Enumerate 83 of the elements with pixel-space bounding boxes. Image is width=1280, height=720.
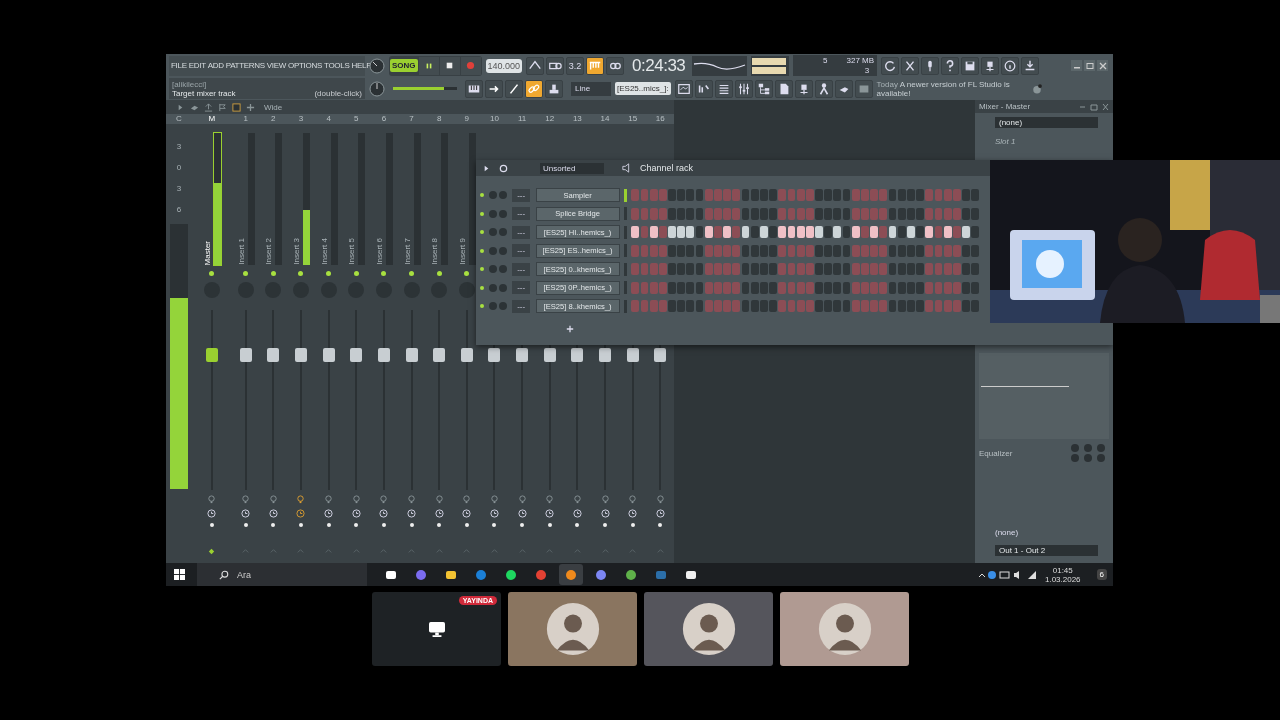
- news-panel[interactable]: Today A newer version of FL Studio is available!: [876, 77, 1027, 100]
- mixer-track-box[interactable]: ---: [512, 207, 531, 221]
- mixer-strip[interactable]: Master: [191, 124, 232, 563]
- column-number: 16: [654, 114, 666, 124]
- column-number: 3: [297, 114, 305, 124]
- menu-item[interactable]: PATTERNS: [225, 61, 265, 70]
- panel-title: Mixer - Master: [979, 102, 1031, 111]
- snap-dropdown[interactable]: Line: [571, 81, 611, 96]
- clock-time: 01:45: [1052, 565, 1073, 575]
- column-number: 13: [571, 114, 583, 124]
- mixer-strip[interactable]: Insert 9: [453, 124, 481, 563]
- column-number: 10: [489, 114, 500, 124]
- scale-label: 3: [176, 184, 182, 193]
- slot-name[interactable]: Slot 1: [995, 137, 1016, 146]
- hint-text: Target mixer track: [172, 88, 236, 98]
- scale-label: 0: [176, 163, 182, 172]
- track-name: Master: [202, 240, 212, 265]
- track-name: Insert 4: [319, 238, 329, 265]
- column-number: 2: [270, 114, 277, 124]
- column-number: 8: [435, 114, 443, 124]
- mixer-track-box[interactable]: ---: [512, 188, 531, 202]
- scale-label: 3: [176, 142, 182, 151]
- scale-label: 6: [176, 205, 182, 214]
- search-field[interactable]: Ara: [197, 563, 367, 586]
- column-number: 11: [516, 114, 528, 124]
- column-number: 7: [408, 114, 415, 124]
- input-selector[interactable]: (none): [995, 527, 1019, 537]
- track-name: Insert 7: [402, 238, 412, 265]
- column-number: 15: [627, 114, 639, 124]
- column-number: 12: [544, 114, 556, 124]
- mixer-strip[interactable]: Insert 3: [287, 124, 315, 563]
- menu-item[interactable]: OPTIONS: [288, 61, 322, 70]
- mixer-track-box[interactable]: ---: [512, 281, 531, 295]
- tempo-display[interactable]: 140.000: [485, 58, 523, 73]
- cpu-value: 3: [864, 66, 870, 75]
- mixer-strip[interactable]: Insert 2: [259, 124, 288, 563]
- hint-action: (double-click): [314, 88, 362, 98]
- mixer-track-box[interactable]: ---: [512, 225, 531, 239]
- group-dropdown[interactable]: Unsorted: [540, 162, 604, 174]
- track-name: Insert 3: [291, 238, 301, 265]
- view-mode[interactable]: Wide: [264, 102, 283, 112]
- menu-item[interactable]: TOOLS: [324, 61, 350, 70]
- column-number: 4: [325, 114, 332, 124]
- song-mode-button[interactable]: SONG: [390, 59, 418, 72]
- effect-name: Equalizer: [979, 448, 1013, 458]
- track-name: Insert 9: [457, 238, 467, 265]
- mixer-strip[interactable]: Insert 7: [397, 124, 426, 563]
- track-name: Insert 5: [347, 238, 357, 265]
- menu-item[interactable]: HELP: [351, 61, 372, 70]
- polyphony-value: 5: [823, 56, 828, 65]
- menu-item[interactable]: ADD: [207, 61, 224, 70]
- plugin-dropdown[interactable]: (none): [995, 117, 1098, 128]
- menu-item[interactable]: EDIT: [188, 61, 206, 70]
- project-name: [alikilecci]: [172, 79, 207, 89]
- mixer-strip[interactable]: Insert 4: [314, 124, 343, 563]
- mixer-strip[interactable]: Insert 5: [342, 124, 371, 563]
- track-name: Insert 6: [374, 238, 384, 265]
- mixer-strip[interactable]: Insert 6: [370, 124, 398, 563]
- output-dropdown[interactable]: Out 1 - Out 2: [995, 544, 1098, 556]
- track-name: Insert 8: [430, 238, 440, 265]
- pattern-selector[interactable]: [ES25..mics_]:: [615, 82, 671, 95]
- song-time: 0:24:33: [632, 55, 687, 76]
- notification-button[interactable]: 6: [1096, 569, 1107, 580]
- column-number: M: [207, 114, 217, 124]
- window-title: Channel rack: [640, 163, 694, 173]
- mixer-track-box[interactable]: ---: [512, 299, 531, 313]
- column-number: 6: [380, 114, 388, 124]
- column-number: 14: [599, 114, 611, 124]
- column-number: 5: [353, 114, 360, 124]
- menu-item[interactable]: FILE: [171, 61, 187, 70]
- toolbar-button[interactable]: 3.2: [566, 56, 585, 75]
- clock-date: 1.03.2026: [1044, 574, 1081, 584]
- column-number: 1: [242, 114, 249, 124]
- memory-value: 327 MB: [846, 56, 875, 65]
- column-number: C: [175, 114, 183, 124]
- track-name: Insert 1: [236, 238, 246, 265]
- mixer-track-box[interactable]: ---: [512, 244, 531, 258]
- mixer-strip[interactable]: Insert 1: [231, 124, 260, 563]
- menu-item[interactable]: VIEW: [266, 61, 287, 70]
- column-number: 9: [463, 114, 471, 124]
- track-name: Insert 2: [264, 238, 274, 265]
- mixer-strip[interactable]: Insert 8: [425, 124, 453, 563]
- mixer-track-box[interactable]: ---: [512, 262, 531, 276]
